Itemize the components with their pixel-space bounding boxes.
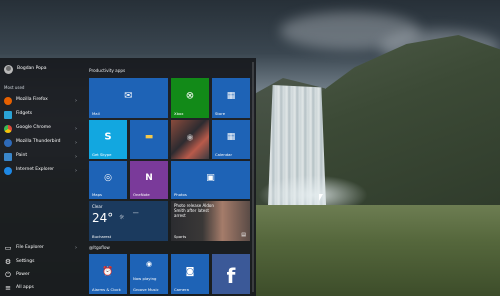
mail-icon: ✉ — [124, 90, 133, 102]
tile-label: Groove Music — [133, 287, 159, 292]
list-icon: ≡ — [5, 284, 11, 292]
app-item-internet-explorer[interactable]: Internet Explorer › — [2, 164, 82, 177]
tile-label: Photos — [174, 192, 187, 197]
mouse-cursor — [319, 194, 323, 201]
thunderbird-icon — [4, 138, 12, 147]
tile-camera[interactable]: ◙ Camera — [171, 254, 209, 294]
all-apps-label: All apps — [16, 284, 34, 290]
tile-photos[interactable]: ▣ Photos — [171, 161, 250, 199]
all-apps-item[interactable]: ≡ All apps — [2, 282, 82, 294]
app-item-paint[interactable]: Paint › — [2, 150, 82, 163]
app-label: Mozilla Thunderbird — [16, 139, 61, 145]
folder-icon: ▭ — [4, 244, 12, 252]
alarm-clock-icon: ⏰ — [102, 266, 114, 277]
app-item-thunderbird[interactable]: Mozilla Thunderbird › — [2, 136, 82, 149]
tile-calendar[interactable]: ▦ Calendar — [212, 120, 250, 159]
facebook-icon: f — [226, 264, 236, 288]
power-item[interactable]: ⏻ Power — [2, 269, 82, 281]
gear-icon: ⚙ — [4, 258, 12, 266]
tile-skype[interactable]: S Get Skype — [89, 120, 127, 159]
store-icon: ▦ — [226, 90, 236, 101]
scrollbar[interactable] — [252, 62, 254, 292]
news-icon: ▤ — [241, 232, 246, 238]
tile-label: Alarms & Clock — [92, 287, 121, 292]
tile-label: Get Skype — [92, 152, 112, 157]
settings-label: Settings — [16, 258, 35, 264]
tile-store[interactable]: ▦ Store — [212, 78, 250, 118]
chevron-right-icon[interactable]: › — [75, 245, 77, 251]
app-item-chrome[interactable]: Google Chrome › — [2, 122, 82, 135]
weather-temperature: 24° — [92, 211, 114, 225]
tile-label: Xbox — [174, 111, 184, 116]
tile-label: Mail — [92, 111, 100, 116]
firefox-icon — [4, 96, 12, 105]
user-account[interactable]: Bogdan Popa — [4, 65, 47, 74]
tile-file-explorer[interactable]: ▬ — [130, 120, 168, 159]
weather-details: ━━━ — [133, 211, 139, 215]
skype-icon: S — [104, 131, 112, 143]
app-label: Mozilla Firefox — [16, 97, 48, 103]
ie-icon — [4, 166, 12, 175]
tile-weather[interactable]: Clear 24° ☼ ━━━ Bucharest — [89, 201, 168, 241]
group-title-productivity: Productivity apps — [89, 68, 126, 73]
chevron-right-icon[interactable]: › — [75, 98, 77, 104]
avatar — [4, 65, 13, 74]
tile-maps[interactable]: ◎ Maps — [89, 161, 127, 199]
folder-icon: ▬ — [144, 132, 154, 143]
meadow — [255, 205, 500, 296]
weather-city: Bucharest — [92, 234, 112, 239]
photo-icon: ▣ — [206, 172, 215, 183]
group-title-secondary: @ltgoflow — [89, 245, 110, 250]
onenote-icon: N — [145, 172, 153, 183]
tile-alarms[interactable]: ⏰ Alarms & Clock — [89, 254, 127, 294]
chevron-right-icon[interactable]: › — [75, 126, 77, 132]
settings-item[interactable]: ⚙ Settings — [2, 256, 82, 268]
camera-icon: ◙ — [185, 266, 195, 277]
tile-label: OneNote — [133, 192, 150, 197]
calendar-icon: ▦ — [226, 132, 236, 143]
tile-people[interactable]: ◉ — [171, 120, 209, 159]
start-menu: Bogdan Popa Most used Mozilla Firefox › … — [0, 58, 256, 296]
people-icon: ◉ — [186, 132, 194, 142]
weather-condition: Clear — [92, 204, 103, 209]
most-used-heading: Most used — [4, 85, 25, 90]
user-name: Bogdan Popa — [17, 66, 47, 72]
xbox-icon: ⊗ — [185, 90, 195, 102]
app-item-fidgets[interactable]: Fidgets — [2, 108, 82, 121]
camera-lens-icon: ◎ — [104, 172, 112, 183]
weather-sun-icon: ☼ — [119, 214, 125, 221]
start-menu-left-pane: Bogdan Popa Most used Mozilla Firefox › … — [0, 58, 85, 296]
tile-label: Calendar — [215, 152, 233, 157]
tile-label: Camera — [174, 287, 189, 292]
app-item-firefox[interactable]: Mozilla Firefox › — [2, 94, 82, 107]
tile-news[interactable]: Photo release Aldon Smith after latest a… — [171, 201, 250, 241]
tile-facebook[interactable]: f — [212, 254, 250, 294]
app-label: Fidgets — [16, 111, 33, 117]
tile-xbox[interactable]: ⊗ Xbox — [171, 78, 209, 118]
chevron-right-icon[interactable]: › — [75, 154, 77, 160]
app-label: Internet Explorer — [16, 167, 55, 173]
tile-onenote[interactable]: N OneNote — [130, 161, 168, 199]
tile-groove-music[interactable]: ◉ Now playing Groove Music — [130, 254, 168, 294]
app-label: Paint — [16, 153, 28, 159]
file-explorer-label: File Explorer — [16, 244, 44, 250]
chevron-right-icon[interactable]: › — [75, 140, 77, 146]
power-icon: ⏻ — [5, 271, 11, 279]
file-explorer-item[interactable]: ▭ File Explorer › — [2, 242, 82, 254]
tile-label: Maps — [92, 192, 102, 197]
chevron-right-icon[interactable]: › — [75, 168, 77, 174]
music-icon: ◉ — [145, 260, 153, 269]
news-source: Sports — [174, 234, 187, 239]
paint-icon — [4, 152, 12, 161]
app-label: Google Chrome — [16, 125, 51, 131]
chrome-icon — [4, 124, 12, 133]
tile-label: Store — [215, 111, 226, 116]
tile-mail[interactable]: ✉ Mail — [89, 78, 168, 118]
now-playing: Now playing — [133, 276, 157, 281]
fidgets-icon — [4, 110, 12, 119]
news-headline: Photo release Aldon Smith after latest a… — [174, 203, 214, 218]
power-label: Power — [16, 271, 30, 277]
